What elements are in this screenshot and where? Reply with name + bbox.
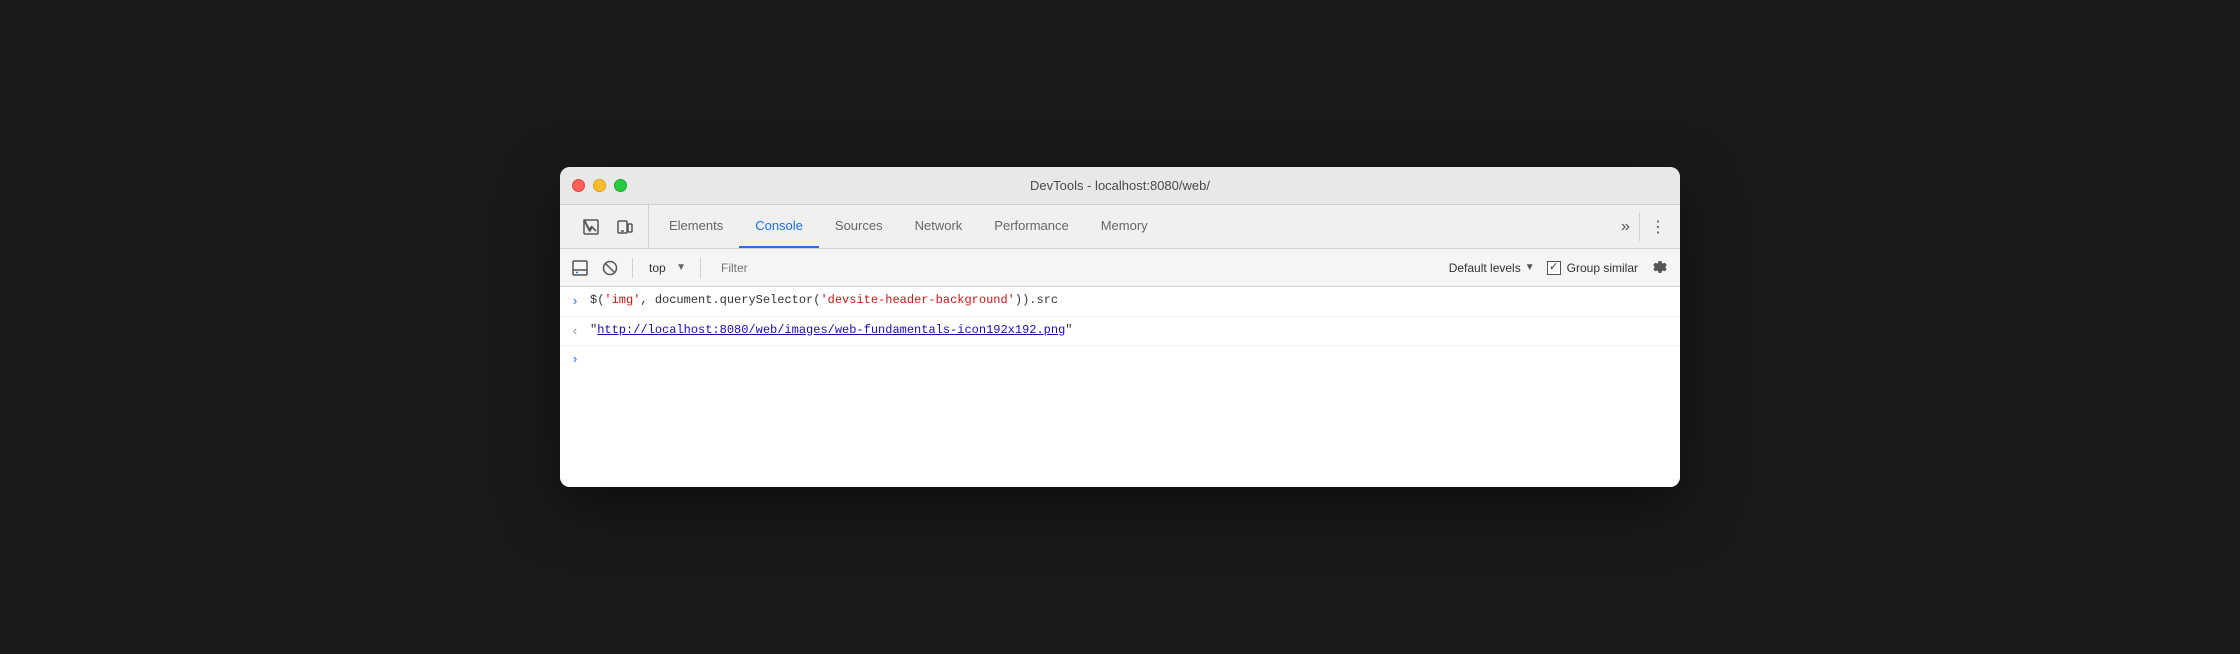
console-prompt-row[interactable]: › bbox=[560, 346, 1680, 373]
group-similar-checkbox[interactable]: ✓ bbox=[1547, 261, 1561, 275]
console-settings-button[interactable] bbox=[1648, 256, 1672, 280]
tab-performance[interactable]: Performance bbox=[978, 205, 1084, 248]
console-toolbar: top ▼ Default levels ▼ ✓ Group similar bbox=[560, 249, 1680, 287]
tab-elements[interactable]: Elements bbox=[653, 205, 739, 248]
console-input-gutter: › bbox=[560, 291, 590, 312]
toolbar-separator-2 bbox=[700, 258, 701, 278]
traffic-lights bbox=[572, 179, 627, 192]
filter-input-wrapper bbox=[717, 259, 1431, 277]
window-title: DevTools - localhost:8080/web/ bbox=[1030, 178, 1210, 193]
clear-console-button[interactable] bbox=[598, 256, 622, 280]
tabs-container: Elements Console Sources Network Perform… bbox=[653, 205, 1612, 248]
console-output-gutter: ‹ bbox=[560, 321, 590, 342]
console-input-row-1: › $('img', document.querySelector('devsi… bbox=[560, 287, 1680, 317]
default-levels-button[interactable]: Default levels ▼ bbox=[1443, 259, 1541, 277]
minimize-button[interactable] bbox=[593, 179, 606, 192]
show-console-drawer-button[interactable] bbox=[568, 256, 592, 280]
title-bar: DevTools - localhost:8080/web/ bbox=[560, 167, 1680, 205]
tab-bar: Elements Console Sources Network Perform… bbox=[560, 205, 1680, 249]
more-tabs-button[interactable]: » bbox=[1612, 213, 1640, 241]
tab-extras: » ⋮ bbox=[1612, 205, 1672, 248]
console-link[interactable]: http://localhost:8080/web/images/web-fun… bbox=[597, 323, 1065, 337]
context-select-input[interactable]: top bbox=[643, 259, 690, 277]
tab-console[interactable]: Console bbox=[739, 205, 819, 248]
close-button[interactable] bbox=[572, 179, 585, 192]
maximize-button[interactable] bbox=[614, 179, 627, 192]
device-toolbar-button[interactable] bbox=[610, 213, 640, 241]
tab-sources[interactable]: Sources bbox=[819, 205, 899, 248]
console-output-row-1: ‹ "http://localhost:8080/web/images/web-… bbox=[560, 317, 1680, 347]
toolbar-separator-1 bbox=[632, 258, 633, 278]
console-prompt-gutter: › bbox=[560, 352, 590, 367]
devtools-menu-button[interactable]: ⋮ bbox=[1644, 213, 1672, 241]
context-selector[interactable]: top ▼ bbox=[643, 259, 690, 277]
tab-network[interactable]: Network bbox=[899, 205, 979, 248]
devtools-icons bbox=[568, 205, 649, 248]
tab-memory[interactable]: Memory bbox=[1085, 205, 1164, 248]
console-input-code-1: $('img', document.querySelector('devsite… bbox=[590, 291, 1672, 309]
filter-input[interactable] bbox=[717, 259, 1431, 277]
default-levels-arrow-icon: ▼ bbox=[1525, 262, 1535, 273]
console-output: › $('img', document.querySelector('devsi… bbox=[560, 287, 1680, 487]
inspect-icon-button[interactable] bbox=[576, 213, 606, 241]
group-similar-wrapper: ✓ Group similar bbox=[1547, 261, 1638, 275]
console-output-code-1: "http://localhost:8080/web/images/web-fu… bbox=[590, 321, 1672, 339]
devtools-window: DevTools - localhost:8080/web/ bbox=[560, 167, 1680, 487]
